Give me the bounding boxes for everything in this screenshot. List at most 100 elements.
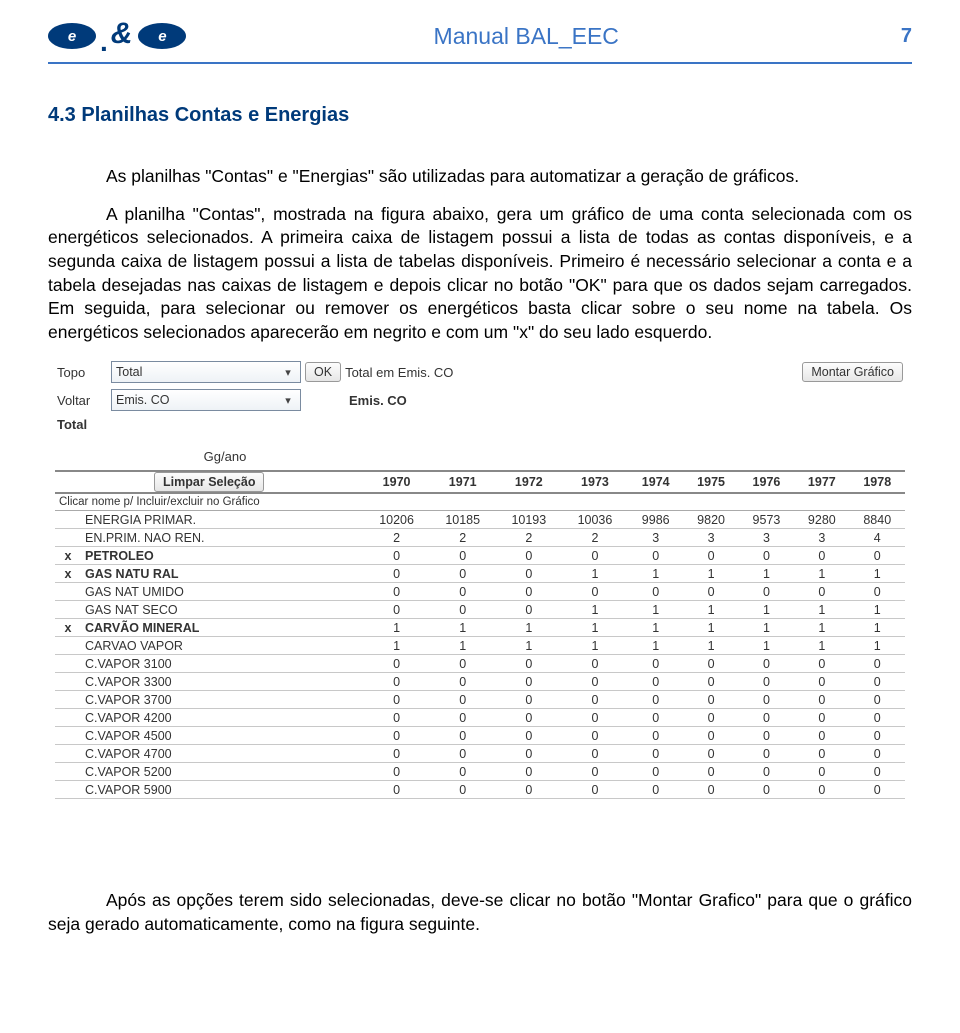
data-cell: 0: [683, 763, 738, 781]
data-cell: 0: [430, 745, 496, 763]
data-cell: 0: [850, 673, 905, 691]
data-cell: 0: [683, 727, 738, 745]
data-cell: 1: [430, 619, 496, 637]
data-cell: 0: [430, 673, 496, 691]
row-mark: [55, 529, 81, 547]
row-name: CARVAO VAPOR: [81, 637, 364, 655]
year-header-cell: 1971: [430, 471, 496, 493]
row-name: GAS NAT UMIDO: [81, 583, 364, 601]
row-name: C.VAPOR 5200: [81, 763, 364, 781]
row-name: PETROLEO: [81, 547, 364, 565]
row-mark: [55, 745, 81, 763]
data-cell: 0: [496, 727, 562, 745]
total-emis-label: Total em Emis. CO: [345, 365, 453, 380]
data-cell: 0: [739, 655, 794, 673]
table-row[interactable]: C.VAPOR 3300000000000: [55, 673, 905, 691]
table-row[interactable]: xCARVÃO MINERAL111111111: [55, 619, 905, 637]
data-cell: 0: [628, 781, 683, 799]
data-cell: 10036: [562, 511, 628, 529]
data-cell: 0: [430, 763, 496, 781]
table-row[interactable]: C.VAPOR 5900000000000: [55, 781, 905, 799]
data-cell: 0: [562, 745, 628, 763]
data-cell: 0: [850, 655, 905, 673]
data-cell: 0: [562, 691, 628, 709]
montar-grafico-button[interactable]: Montar Gráfico: [802, 362, 903, 382]
data-cell: 0: [850, 727, 905, 745]
data-cell: 0: [739, 673, 794, 691]
table-row[interactable]: GAS NAT SECO000111111: [55, 601, 905, 619]
data-cell: 0: [794, 709, 849, 727]
data-cell: 1: [850, 637, 905, 655]
table-row[interactable]: C.VAPOR 5200000000000: [55, 763, 905, 781]
data-cell: 1: [496, 637, 562, 655]
data-cell: 0: [794, 547, 849, 565]
row-mark: x: [55, 547, 81, 565]
table-row[interactable]: EN.PRIM. NAO REN.222233334: [55, 529, 905, 547]
data-cell: 0: [850, 547, 905, 565]
data-cell: 0: [496, 583, 562, 601]
data-cell: 0: [496, 709, 562, 727]
year-header-cell: 1976: [739, 471, 794, 493]
data-cell: 0: [496, 763, 562, 781]
table-row[interactable]: xPETROLEO000000000: [55, 547, 905, 565]
table-row[interactable]: C.VAPOR 3100000000000: [55, 655, 905, 673]
data-cell: 1: [683, 619, 738, 637]
year-header-cell: 1973: [562, 471, 628, 493]
data-cell: 0: [739, 781, 794, 799]
data-cell: 1: [794, 619, 849, 637]
data-cell: 1: [562, 565, 628, 583]
data-table: Limpar Seleção 1970197119721973197419751…: [55, 470, 905, 799]
data-cell: 1: [794, 565, 849, 583]
data-cell: 3: [739, 529, 794, 547]
data-cell: 0: [850, 763, 905, 781]
table-row[interactable]: C.VAPOR 4200000000000: [55, 709, 905, 727]
table-row[interactable]: CARVAO VAPOR111111111: [55, 637, 905, 655]
data-cell: 0: [628, 655, 683, 673]
data-cell: 1: [562, 601, 628, 619]
year-header-cell: 1975: [683, 471, 738, 493]
data-cell: 0: [496, 601, 562, 619]
select-topo[interactable]: Total ▾: [111, 361, 301, 383]
row-mark: [55, 583, 81, 601]
data-cell: 1: [850, 565, 905, 583]
chevron-down-icon: ▾: [280, 364, 296, 380]
contas-screenshot: Topo Total ▾ OK Total em Emis. CO Montar…: [55, 358, 905, 799]
limpar-selecao-button[interactable]: Limpar Seleção: [154, 472, 264, 492]
data-cell: 0: [364, 547, 430, 565]
data-cell: 0: [562, 547, 628, 565]
chevron-down-icon: ▾: [280, 392, 296, 408]
data-cell: 10193: [496, 511, 562, 529]
year-spacer-cell: [430, 493, 496, 511]
table-row[interactable]: C.VAPOR 4700000000000: [55, 745, 905, 763]
data-cell: 0: [562, 763, 628, 781]
data-cell: 0: [562, 727, 628, 745]
data-cell: 0: [628, 763, 683, 781]
table-row[interactable]: C.VAPOR 4500000000000: [55, 727, 905, 745]
year-header-cell: 1974: [628, 471, 683, 493]
ok-button[interactable]: OK: [305, 362, 341, 382]
data-cell: 0: [794, 691, 849, 709]
data-cell: 0: [364, 727, 430, 745]
data-cell: 0: [496, 781, 562, 799]
year-header-cell: 1972: [496, 471, 562, 493]
data-cell: 0: [496, 673, 562, 691]
data-cell: 0: [683, 583, 738, 601]
data-cell: 0: [739, 709, 794, 727]
data-cell: 0: [628, 673, 683, 691]
year-spacer-cell: [850, 493, 905, 511]
paragraph-3: Após as opções terem sido selecionadas, …: [48, 889, 912, 936]
data-cell: 3: [628, 529, 683, 547]
data-cell: 0: [794, 655, 849, 673]
select-voltar[interactable]: Emis. CO ▾: [111, 389, 301, 411]
table-row[interactable]: ENERGIA PRIMAR.1020610185101931003699869…: [55, 511, 905, 529]
row-voltar: Voltar Emis. CO ▾ Emis. CO: [55, 386, 905, 414]
data-cell: 1: [850, 601, 905, 619]
row-name: EN.PRIM. NAO REN.: [81, 529, 364, 547]
data-cell: 0: [496, 565, 562, 583]
table-row[interactable]: xGAS NATU RAL000111111: [55, 565, 905, 583]
row-mark: [55, 673, 81, 691]
row-name: GAS NAT SECO: [81, 601, 364, 619]
table-hint-row: Clicar nome p/ Incluir/excluir no Gráfic…: [55, 493, 905, 511]
table-row[interactable]: GAS NAT UMIDO000000000: [55, 583, 905, 601]
table-row[interactable]: C.VAPOR 3700000000000: [55, 691, 905, 709]
